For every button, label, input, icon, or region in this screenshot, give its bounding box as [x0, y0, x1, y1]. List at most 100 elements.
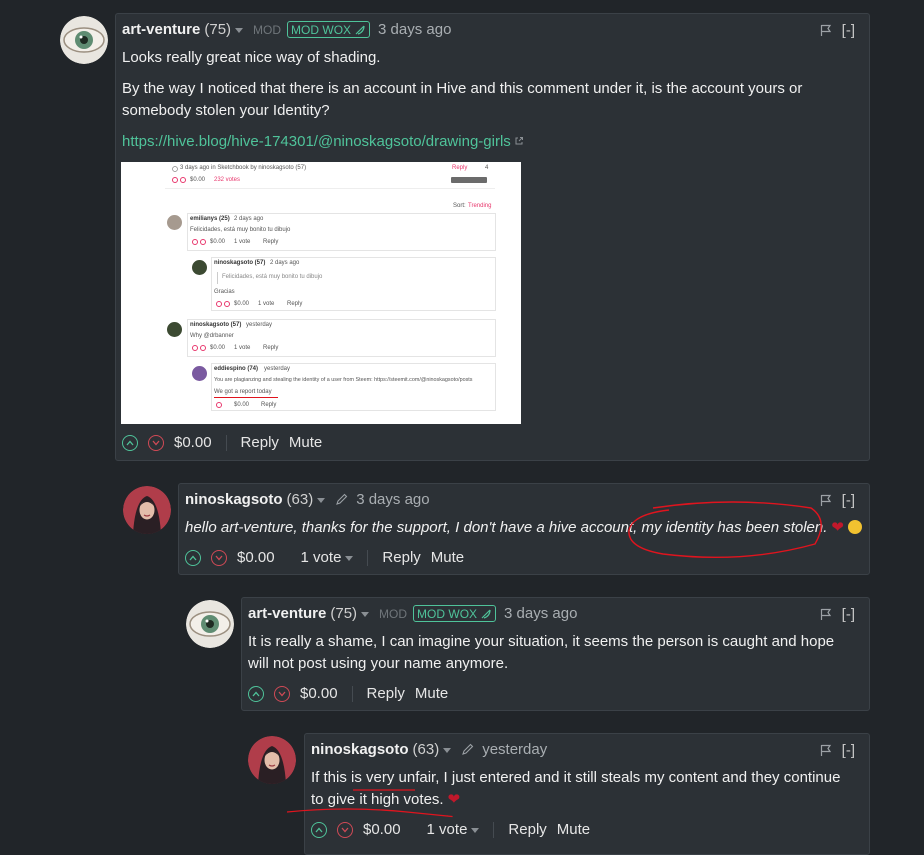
timestamp[interactable]: 3 days ago — [378, 21, 451, 38]
collapse-toggle[interactable]: [-] — [842, 22, 855, 39]
collapse-toggle[interactable]: [-] — [842, 606, 855, 623]
comment-footer: $0.00 1 vote Reply Mute — [311, 821, 590, 838]
mod-badge: MOD WOX — [287, 21, 371, 38]
comment-header: art-venture (75) MOD MOD WOX 3 days ago — [122, 21, 451, 38]
chevron-down-icon[interactable] — [317, 498, 326, 503]
embed-comment-time: 2 days ago — [234, 216, 264, 222]
upvote-button[interactable] — [185, 549, 201, 566]
vote-count[interactable]: 1 vote — [427, 821, 480, 838]
external-link-icon[interactable] — [514, 136, 524, 146]
chevron-down-icon[interactable] — [235, 28, 244, 33]
embed-comment-reply: Reply — [287, 301, 303, 307]
collapse-toggle[interactable]: [-] — [842, 742, 855, 759]
mute-button[interactable]: Mute — [431, 549, 464, 566]
flag-icon[interactable] — [820, 24, 832, 37]
embedded-screenshot[interactable]: 3 days ago in Sketchbook by ninoskagsoto… — [121, 162, 521, 424]
embed-comment-text: We got a report today — [214, 389, 272, 395]
upvote-button[interactable] — [311, 821, 327, 838]
embed-comment-time: yesterday — [264, 366, 291, 372]
upvote-icon — [172, 177, 178, 183]
comment-box: art-venture (75) MOD MOD WOX 3 days ago … — [241, 597, 870, 711]
avatar[interactable] — [123, 486, 171, 534]
chevron-down-icon[interactable] — [361, 612, 370, 617]
author-name[interactable]: ninoskagsoto — [185, 491, 283, 508]
upvote-icon — [192, 345, 198, 351]
embed-comment-payout: $0.00 — [210, 345, 226, 351]
comment-header: ninoskagsoto (63) 3 days ago — [185, 491, 430, 508]
mute-button[interactable]: Mute — [289, 434, 322, 451]
comment-header: ninoskagsoto (63) yesterday — [311, 741, 547, 758]
share-icons — [451, 177, 487, 183]
chevron-down-icon — [215, 555, 223, 560]
payout-amount[interactable]: $0.00 — [300, 685, 338, 702]
author-name[interactable]: art-venture — [122, 21, 200, 38]
mod-badge: MOD WOX — [413, 605, 497, 622]
embed-comment-votes: 1 vote — [258, 301, 275, 307]
collapse-toggle[interactable]: [-] — [842, 492, 855, 509]
downvote-button[interactable] — [211, 549, 227, 566]
payout-amount[interactable]: $0.00 — [363, 821, 401, 838]
downvote-icon — [224, 301, 230, 307]
author-name[interactable]: ninoskagsoto — [311, 741, 409, 758]
annotation-underline — [286, 789, 453, 818]
downvote-button[interactable] — [274, 685, 290, 702]
annotation-underline — [214, 397, 278, 398]
mute-button[interactable]: Mute — [557, 821, 590, 838]
mod-label: MOD — [379, 606, 408, 621]
chevron-down-icon[interactable] — [443, 748, 452, 753]
timestamp[interactable]: 3 days ago — [356, 491, 429, 508]
author-name[interactable]: art-venture — [248, 605, 326, 622]
mod-badge-label: MOD WOX — [417, 606, 478, 621]
annotation-circle — [628, 501, 822, 559]
comment-paragraph: Looks really great nice way of shading. — [122, 49, 381, 66]
comment-actions: [-] — [820, 22, 855, 39]
chevron-up-icon — [126, 440, 134, 445]
embed-comment-author: ninoskagsoto (57) — [214, 260, 266, 266]
payout-amount[interactable]: $0.00 — [174, 434, 212, 451]
flag-icon[interactable] — [820, 744, 832, 757]
author-reputation: (63) — [286, 491, 314, 508]
embed-comment-quote: Felicidades, está muy bonito tu dibujo — [222, 274, 323, 280]
post-link[interactable]: https://hive.blog/hive-174301/@ninoskags… — [122, 133, 511, 150]
embed-comment-votes: 1 vote — [234, 239, 251, 245]
comment-actions: [-] — [820, 742, 855, 759]
pencil-icon — [335, 493, 348, 506]
divider — [351, 685, 353, 702]
mute-button[interactable]: Mute — [415, 685, 448, 702]
downvote-button[interactable] — [148, 434, 164, 451]
vote-count-label: 1 vote — [426, 821, 468, 838]
flag-icon[interactable] — [820, 608, 832, 621]
vote-count[interactable]: 1 vote — [301, 549, 354, 566]
embed-comment-reply: Reply — [261, 402, 277, 408]
pencil-icon — [461, 743, 474, 756]
embed-comment-text: Why @drbanner — [190, 333, 234, 339]
downvote-icon — [200, 239, 206, 245]
timestamp[interactable]: 3 days ago — [504, 605, 577, 622]
timestamp[interactable]: yesterday — [482, 741, 547, 758]
avatar — [167, 215, 182, 230]
reply-button[interactable]: Reply — [382, 549, 420, 566]
chevron-down-icon — [471, 828, 480, 833]
embed-comment-time: yesterday — [246, 322, 273, 328]
comment-paragraph: By the way I noticed that there is an ac… — [122, 80, 803, 119]
vote-count-label: 1 vote — [300, 549, 342, 566]
embed-comment-text: Felicidades, está muy bonito tu dibujo — [190, 227, 291, 233]
reply-button[interactable]: Reply — [367, 685, 405, 702]
downvote-icon — [180, 177, 186, 183]
author-reputation: (63) — [412, 741, 440, 758]
payout-amount[interactable]: $0.00 — [237, 549, 275, 566]
avatar[interactable] — [60, 16, 108, 64]
reply-button[interactable]: Reply — [508, 821, 546, 838]
reply-button[interactable]: Reply — [241, 434, 279, 451]
downvote-button[interactable] — [337, 821, 353, 838]
embed-comment-reply: Reply — [263, 239, 279, 245]
avatar — [192, 260, 207, 275]
broken-heart-icon: ❤ — [831, 519, 844, 536]
upvote-button[interactable] — [248, 685, 264, 702]
comment-footer: $0.00 Reply Mute — [248, 685, 448, 702]
upvote-button[interactable] — [122, 434, 138, 451]
mod-badge-label: MOD WOX — [291, 22, 352, 37]
avatar[interactable] — [186, 600, 234, 648]
chevron-down-icon — [278, 691, 286, 696]
avatar[interactable] — [248, 736, 296, 784]
